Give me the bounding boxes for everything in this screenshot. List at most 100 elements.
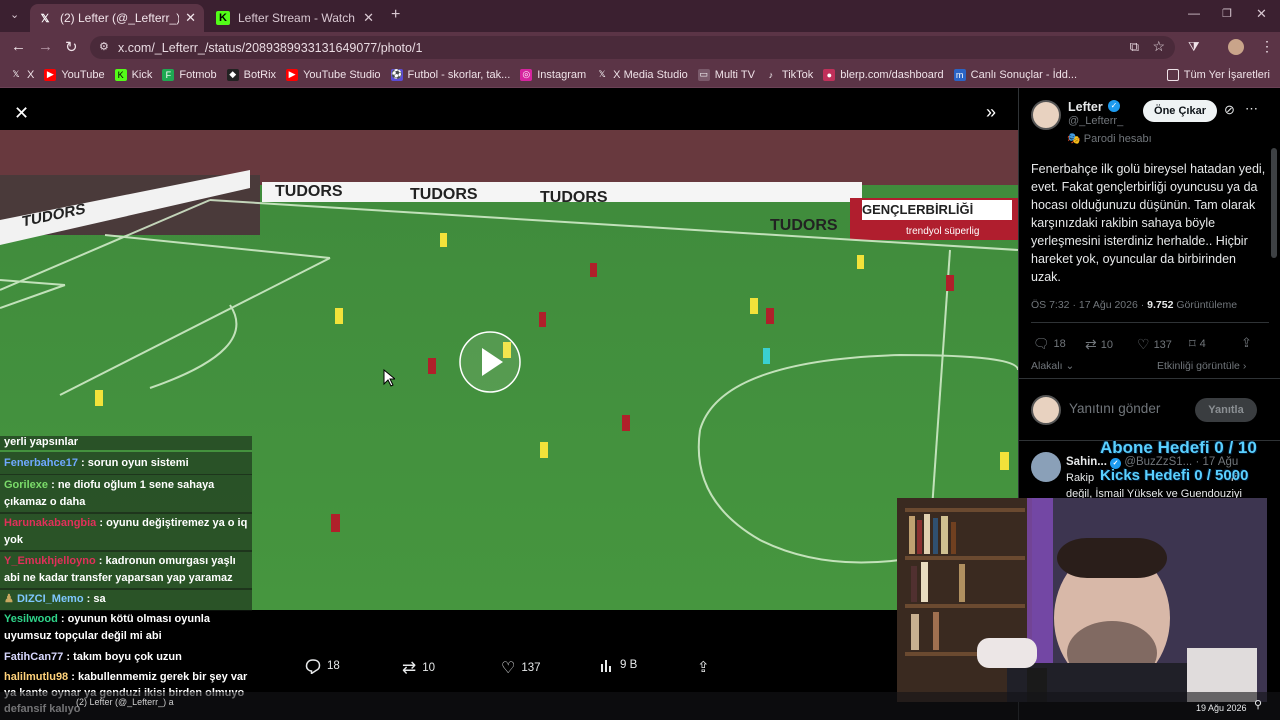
- tab-search-chevron-icon[interactable]: ⌄: [10, 8, 19, 21]
- blerp-icon: ●: [823, 68, 836, 81]
- bookmark-star-icon[interactable]: ☆: [1152, 38, 1165, 55]
- reply-button[interactable]: 18: [305, 658, 340, 674]
- bookmark-botrix[interactable]: ◆ BotRix: [226, 68, 276, 81]
- chat-message: yerli yapsınlar: [0, 436, 252, 450]
- ad-board-text: TUDORS: [275, 183, 343, 200]
- close-tab-icon[interactable]: ✕: [363, 10, 374, 26]
- chat-message: Yesilwood : oyunun kötü olması oyunla uy…: [4, 613, 210, 642]
- x-logo-icon: 𝕏: [40, 12, 50, 25]
- taskbar-window-item[interactable]: (2) Lefter (@_Lefterr_) a: [76, 697, 174, 707]
- stream-chat-overlay: yerli yapsınlar Fenerbahce17 : sorun oyu…: [0, 436, 252, 720]
- profile-avatar[interactable]: [1228, 39, 1244, 55]
- address-bar[interactable]: ⚙ x.com/_Lefterr_/status/208938993313164…: [90, 36, 1175, 59]
- mackolik-icon: m: [953, 68, 966, 81]
- avatar[interactable]: [1031, 100, 1061, 130]
- bookmark-canli-sonuclar[interactable]: m Canlı Sonuçlar - İdd...: [953, 68, 1077, 81]
- bookmark-tiktok[interactable]: ♪ TikTok: [765, 69, 814, 81]
- grok-icon[interactable]: ⊘: [1224, 102, 1235, 118]
- kick-logo-icon: K: [114, 68, 127, 81]
- back-button[interactable]: ←: [11, 38, 26, 55]
- like-button[interactable]: ♡ 137: [501, 658, 541, 678]
- sort-relevant-dropdown[interactable]: Alakalı ⌄: [1031, 360, 1074, 372]
- tab-kick-stream[interactable]: K Lefter Stream - Watch Live on Kick ✕: [208, 4, 382, 32]
- repost-button[interactable]: ⇄ 10: [402, 658, 435, 678]
- webcam-feed: [897, 498, 1267, 702]
- all-bookmarks[interactable]: Tüm Yer İşaretleri: [1166, 68, 1270, 81]
- restore-button[interactable]: ❐: [1222, 7, 1232, 20]
- tab-x-post[interactable]: 𝕏 (2) Lefter (@_Lefterr_) adlı kişinin ✕: [30, 4, 204, 32]
- chevron-right-icon: ›: [1242, 360, 1247, 372]
- reply-text: Rakip: [1066, 472, 1095, 484]
- close-tab-icon[interactable]: ✕: [185, 10, 196, 26]
- folder-icon: [1166, 68, 1179, 81]
- kick-logo-icon: K: [216, 11, 230, 25]
- follow-button[interactable]: Öne Çıkar: [1143, 100, 1217, 122]
- reply-input[interactable]: Yanıtını gönder: [1069, 401, 1160, 416]
- bookmark-futbol[interactable]: ⚽ Futbol - skorlar, tak...: [390, 68, 510, 81]
- verified-badge-icon: ✓: [1108, 100, 1120, 112]
- bookmark-x-media-studio[interactable]: 𝕏X Media Studio: [596, 69, 688, 81]
- x-logo-icon: 𝕏: [598, 69, 606, 79]
- tweet-text: Fenerbahçe ilk golü bireysel hatadan yed…: [1031, 162, 1266, 284]
- views-chart-icon: [601, 660, 611, 672]
- view-activity-link[interactable]: Etkinliği görüntüle ›: [1157, 360, 1246, 372]
- bookmark-multi-tv[interactable]: ▭ Multi TV: [697, 68, 755, 81]
- repost-icon: ⇄: [1085, 336, 1097, 352]
- ad-board-text: TUDORS: [410, 186, 478, 203]
- folder-icon: ▭: [697, 68, 710, 81]
- reload-button[interactable]: ↻: [65, 38, 78, 56]
- browser-menu-icon[interactable]: ⋮: [1260, 38, 1274, 55]
- new-tab-button[interactable]: +: [391, 6, 400, 24]
- notification-icon[interactable]: ⚲: [1254, 698, 1262, 711]
- more-options-icon[interactable]: ⋯: [1245, 101, 1258, 117]
- share-icon: ⇪: [697, 659, 710, 676]
- reply-icon: 🗨: [1033, 336, 1050, 351]
- bookmarks-bar: 𝕏X ▶ YouTube K Kick F Fotmob ◆ BotRix ▶ YouTu…: [0, 62, 1280, 88]
- bookmark-youtube[interactable]: ▶ YouTube: [44, 68, 105, 81]
- forward-button[interactable]: →: [38, 38, 53, 55]
- tab-label: Lefter Stream - Watch Live on Kick: [238, 11, 357, 25]
- kicks-goal-text: Kicks Hedefi 0 / 5000: [1100, 467, 1249, 484]
- minimize-button[interactable]: —: [1188, 6, 1200, 20]
- repost-count-button[interactable]: ⇄ 10: [1085, 336, 1113, 353]
- ad-board-text: TUDORS: [540, 189, 608, 206]
- chat-message: Harunakabangbia : oyunu değiştiremez ya …: [0, 512, 252, 552]
- install-app-icon[interactable]: ⧉: [1130, 39, 1139, 55]
- scrollbar[interactable]: [1271, 148, 1277, 258]
- share-icon[interactable]: ⇪: [1241, 335, 1252, 351]
- close-window-button[interactable]: ✕: [1256, 6, 1267, 22]
- botrix-icon: ◆: [226, 68, 239, 81]
- share-button[interactable]: ⇪: [697, 658, 710, 676]
- tiktok-icon: ♪: [768, 69, 774, 80]
- chat-message: Y_Emukhjelloyno : kadronun omurgası yaşl…: [0, 550, 252, 590]
- reply-button[interactable]: Yanıtla: [1195, 398, 1257, 422]
- close-viewer-icon[interactable]: ✕: [14, 103, 29, 124]
- webcam-image: [897, 498, 1267, 702]
- bookmark-kick[interactable]: K Kick: [114, 68, 152, 81]
- heart-icon: ♡: [501, 660, 516, 677]
- bookmark-x[interactable]: 𝕏X: [10, 69, 34, 81]
- like-count-button[interactable]: ♡ 137: [1137, 336, 1172, 353]
- site-info-icon[interactable]: ⚙: [99, 40, 109, 53]
- collapse-panel-icon[interactable]: »: [986, 102, 996, 123]
- ad-board-text: TUDORS: [770, 217, 838, 234]
- reply-icon: [305, 659, 321, 674]
- extensions-icon[interactable]: ⧩: [1188, 39, 1200, 55]
- bookmark-youtube-studio[interactable]: ▶ YouTube Studio: [286, 68, 381, 81]
- chat-message: Gorilexe : ne diofu oğlum 1 sene sahaya …: [0, 474, 252, 514]
- bookmark-blerp[interactable]: ● blerp.com/dashboard: [823, 68, 944, 81]
- chat-badge-icon: ♟: [4, 593, 14, 605]
- bookmark-fotmob[interactable]: F Fotmob: [162, 68, 217, 81]
- bookmark-count-button[interactable]: ⌑ 4: [1189, 336, 1206, 352]
- author-handle[interactable]: @_Lefterr_: [1068, 115, 1123, 127]
- bookmark-instagram[interactable]: ◎ Instagram: [520, 68, 586, 81]
- chat-message: Fenerbahce17 : sorun oyun sistemi: [0, 452, 252, 475]
- tab-label: (2) Lefter (@_Lefterr_) adlı kişinin: [60, 11, 180, 25]
- subscriber-goal-text: Abone Hedefi 0 / 10: [1100, 438, 1257, 457]
- youtube-icon: ▶: [44, 68, 57, 81]
- reply-avatar[interactable]: [1031, 452, 1061, 482]
- reply-count-button[interactable]: 🗨 18: [1033, 336, 1066, 352]
- author-name[interactable]: Lefter: [1068, 100, 1103, 114]
- views-button[interactable]: 9 B: [600, 658, 637, 672]
- heart-icon: ♡: [1137, 336, 1150, 352]
